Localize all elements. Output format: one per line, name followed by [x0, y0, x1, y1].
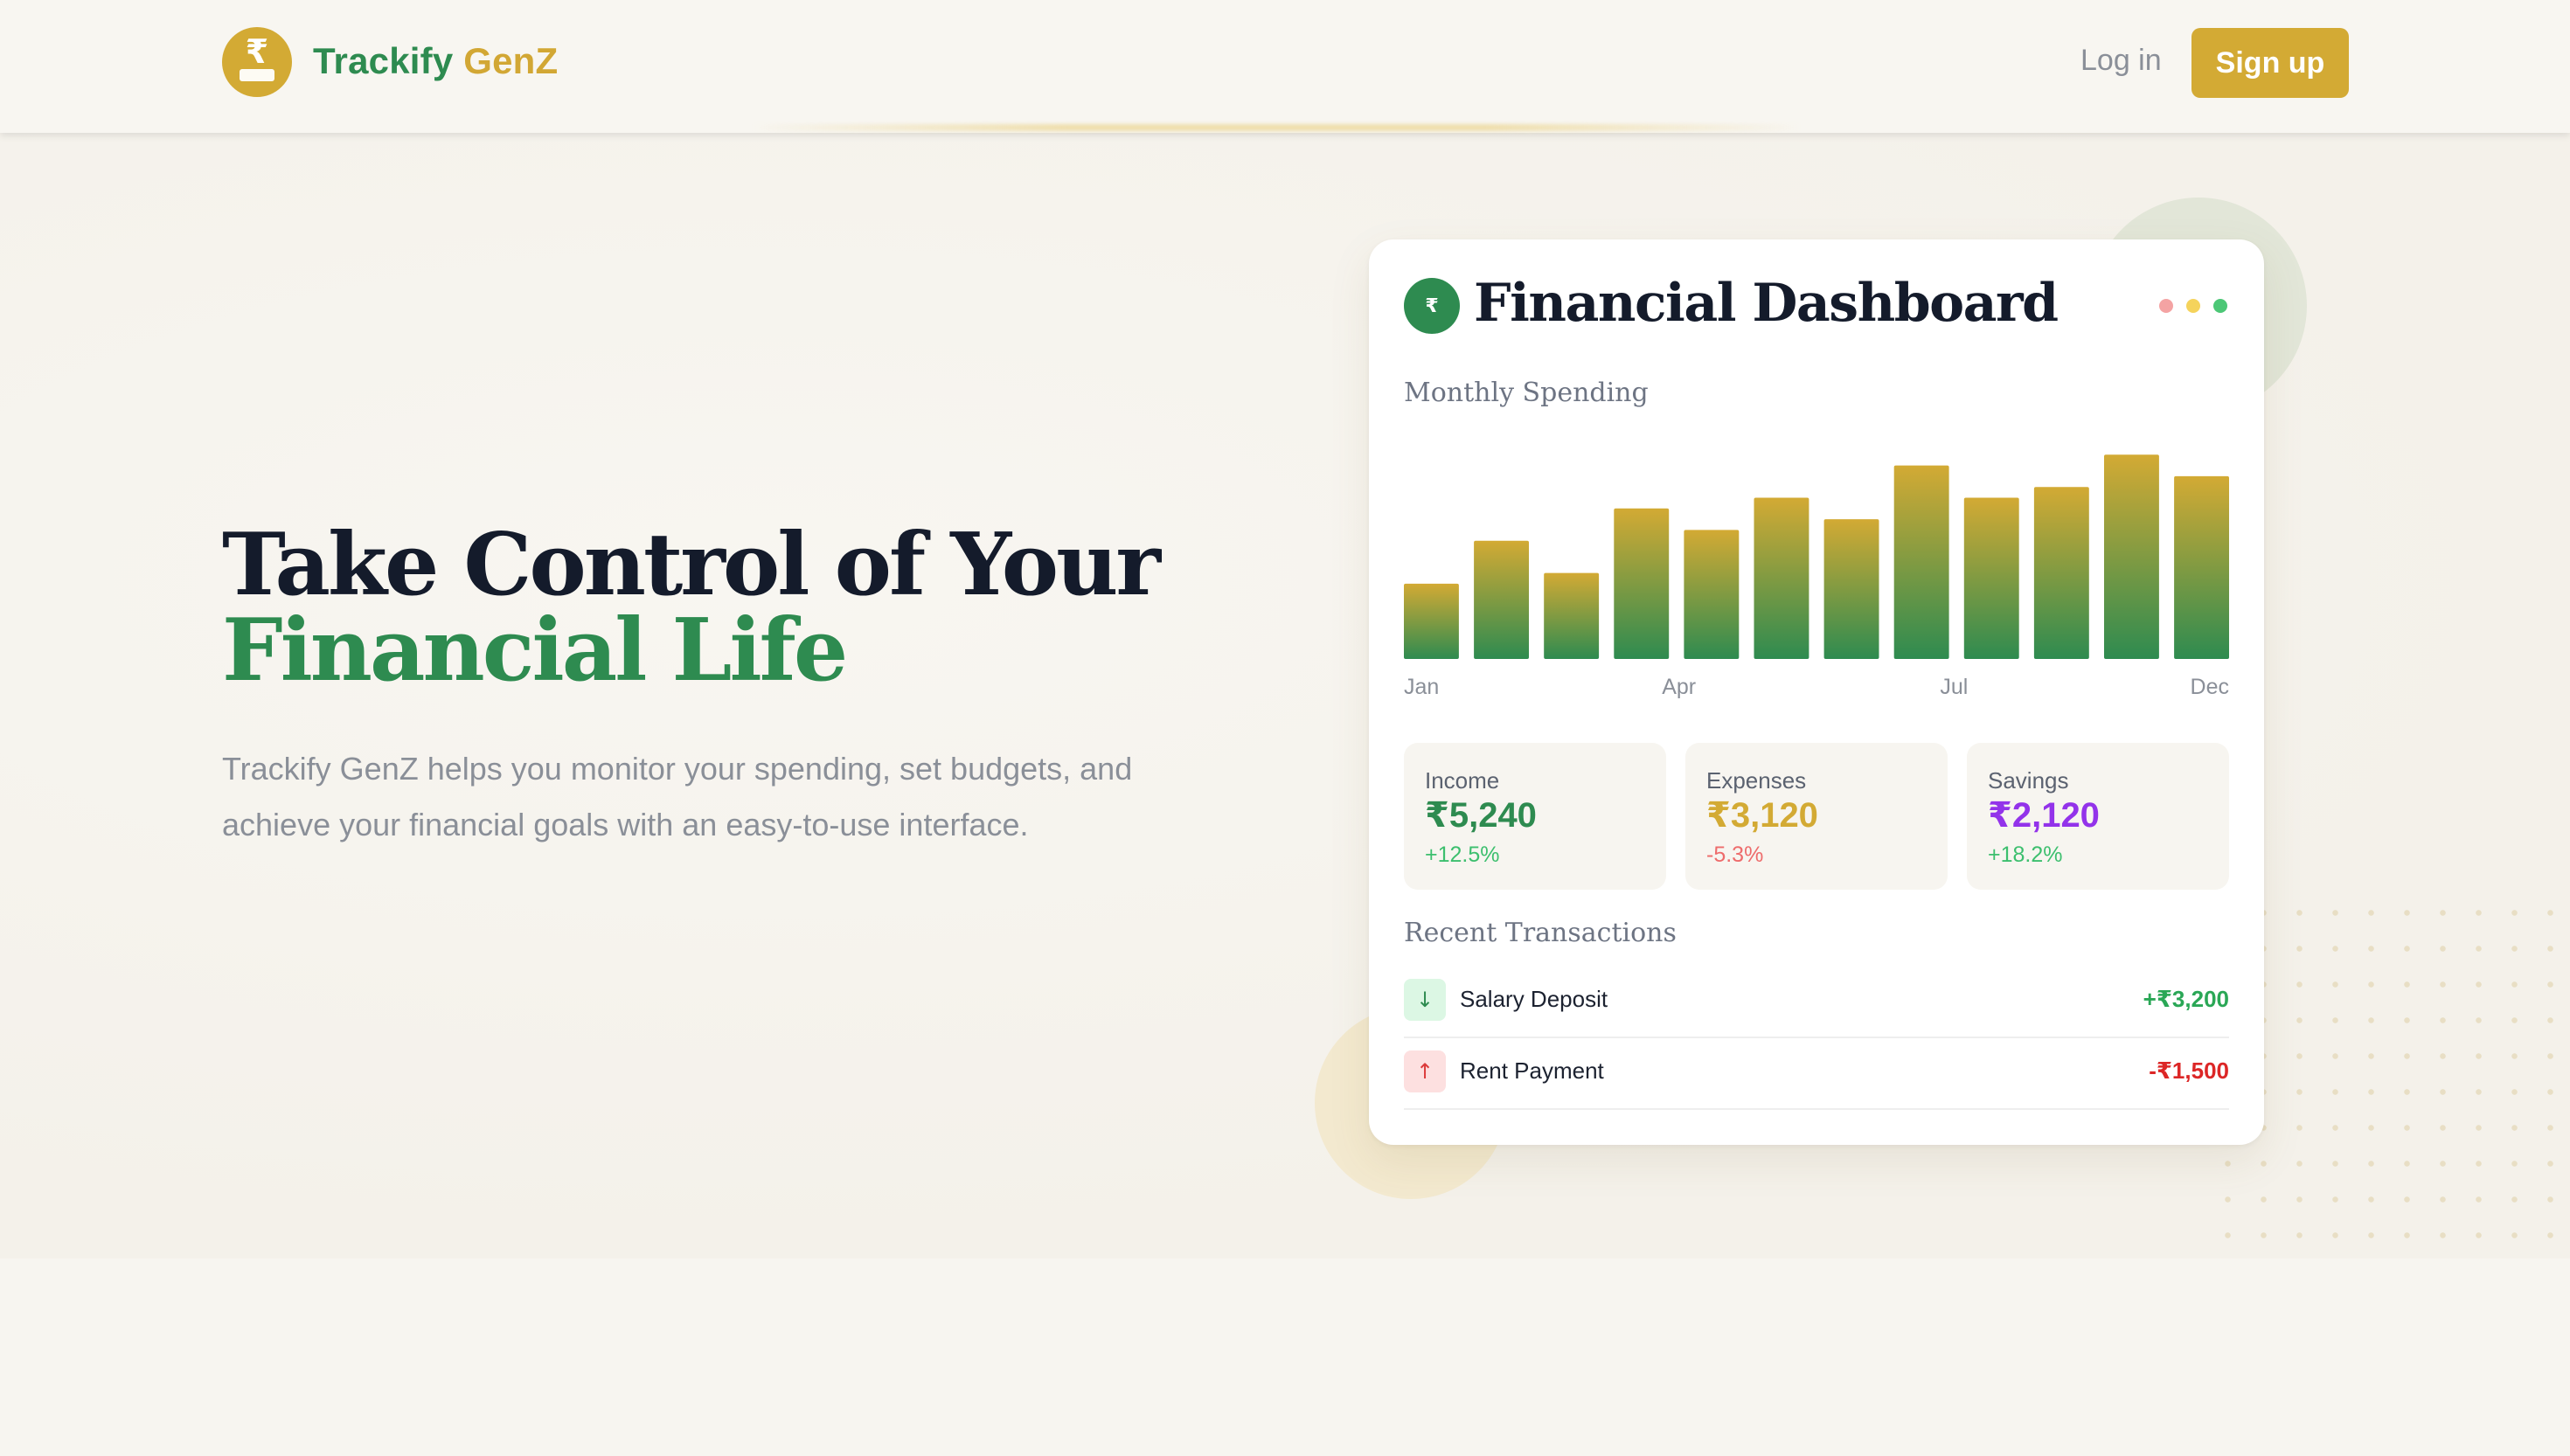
stat-label: Income	[1425, 767, 1500, 794]
stat-change: -5.3%	[1706, 842, 1764, 867]
brand-name-part2: GenZ	[463, 40, 559, 81]
transaction-amount: -₹1,500	[2149, 1057, 2229, 1084]
transaction-name: Rent Payment	[1460, 1057, 1604, 1084]
wallet-shape	[240, 69, 274, 81]
logo-glyph: ₹	[245, 32, 269, 71]
arrow-up-icon: ↑	[1404, 1050, 1446, 1092]
stat-value: ₹5,240	[1425, 796, 1537, 835]
bar-apr	[1614, 508, 1670, 659]
dashboard-card: ₹ Financial Dashboard Monthly Spending J…	[1369, 239, 2264, 1145]
x-tick-label: Jan	[1404, 675, 1439, 699]
stat-label: Expenses	[1706, 767, 1807, 794]
signup-button[interactable]: Sign up	[2191, 28, 2349, 98]
brand-name[interactable]: Trackify GenZ	[313, 40, 558, 82]
transaction-amount: +₹3,200	[2143, 986, 2229, 1012]
bar-nov	[2104, 454, 2159, 659]
bar-sep	[1963, 497, 2019, 659]
transaction-name: Salary Deposit	[1460, 986, 1608, 1012]
monthly-spending-chart: Jan Apr Jul Dec	[1404, 454, 2229, 699]
hero-subtitle: Trackify GenZ helps you monitor your spe…	[222, 751, 1133, 842]
bar-feb	[1474, 540, 1529, 659]
transactions-label: Recent Transactions	[1404, 918, 1677, 948]
login-link[interactable]: Log in	[2080, 44, 2162, 78]
transaction-row[interactable]: ↓ Salary Deposit +₹3,200	[1404, 967, 2229, 1038]
bar-may	[1684, 530, 1740, 659]
hero-title: Take Control of Your Financial Life	[222, 515, 1161, 701]
stat-card-income: Income ₹5,240 +12.5%	[1404, 743, 1666, 890]
bar-mar	[1544, 572, 1600, 659]
transaction-row[interactable]: ↑ Rent Payment -₹1,500	[1404, 1038, 2229, 1110]
stat-card-savings: Savings ₹2,120 +18.2%	[1967, 743, 2229, 890]
brand-name-part1: Trackify	[313, 40, 454, 81]
x-tick-label: Apr	[1662, 675, 1696, 699]
arrow-down-icon: ↓	[1404, 979, 1446, 1021]
stat-value: ₹3,120	[1706, 796, 1818, 835]
bar-aug	[1893, 465, 1949, 659]
navbar: ₹ Trackify GenZ Log in Sign up	[0, 0, 2570, 133]
bar-dec	[2174, 475, 2229, 659]
bar-jun	[1754, 497, 1809, 659]
stat-change: +18.2%	[1988, 842, 2063, 867]
bar-jul	[1823, 519, 1879, 659]
bar-oct	[2033, 487, 2089, 659]
stat-label: Savings	[1988, 767, 2069, 794]
bar-jan	[1404, 583, 1459, 659]
stat-card-expenses: Expenses ₹3,120 -5.3%	[1685, 743, 1948, 890]
rupee-wallet-icon[interactable]: ₹	[222, 27, 292, 97]
hero-title-line1: Take Control of Your	[222, 515, 1161, 615]
x-tick-label: Jul	[1940, 675, 1968, 699]
x-tick-label: Dec	[2191, 675, 2229, 699]
stat-change: +12.5%	[1425, 842, 1500, 867]
hero-title-line2: Financial Life	[222, 600, 848, 701]
stat-value: ₹2,120	[1988, 796, 2100, 835]
